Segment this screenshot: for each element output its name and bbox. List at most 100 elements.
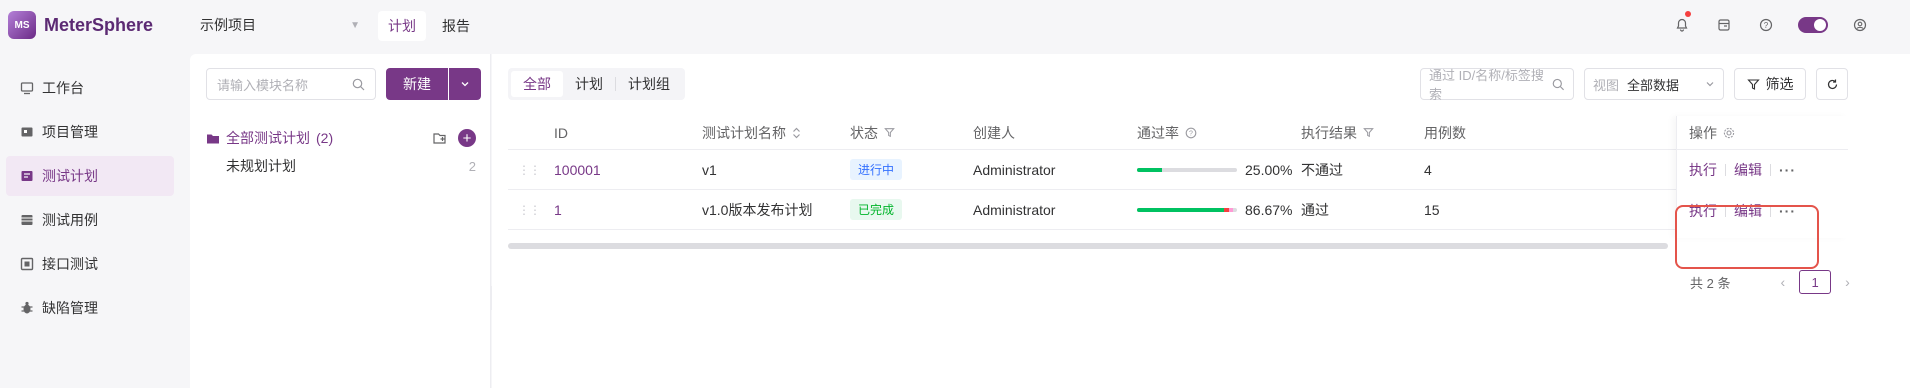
sidebar-item-label: 项目管理: [42, 124, 98, 140]
edit-link[interactable]: 编辑: [1734, 160, 1762, 180]
pass-rate-cell: 86.67%: [1137, 190, 1292, 229]
case-count: 15: [1424, 201, 1440, 218]
tab-report[interactable]: 报告: [432, 11, 480, 41]
svg-text:?: ?: [1764, 21, 1769, 30]
sidebar: 工作台 项目管理 测试计划 测试用例 接口测试 缺陷管理: [0, 50, 186, 388]
status-cell: 已完成: [850, 190, 903, 229]
view-label: 视图: [1593, 77, 1620, 93]
pagination: 共 2 条 ‹ 1 ›: [1690, 270, 1864, 294]
bug-icon: [21, 301, 33, 314]
app-name: MeterSphere: [44, 14, 154, 35]
status-badge: 进行中: [850, 159, 903, 180]
status-cell: 进行中: [850, 150, 903, 189]
toggle-knob: [1814, 19, 1826, 31]
segment-all[interactable]: 全部: [511, 71, 563, 97]
tree-node-unplanned[interactable]: 未规划计划 2: [206, 152, 476, 180]
module-search-input[interactable]: 请输入模块名称: [206, 68, 376, 100]
pass-rate-fill: [1137, 207, 1224, 212]
col-creator[interactable]: 创建人: [973, 116, 1015, 149]
filter-icon[interactable]: [1363, 127, 1374, 138]
segment-plan[interactable]: 计划: [563, 71, 615, 97]
gear-icon[interactable]: [1723, 127, 1735, 139]
test-case-icon: [21, 215, 33, 225]
notification-dot: [1685, 11, 1691, 17]
segment-plan-group[interactable]: 计划组: [616, 71, 682, 97]
plan-type-segment: 全部 计划 计划组: [508, 68, 685, 100]
col-result-label: 执行结果: [1301, 124, 1357, 141]
refresh-button[interactable]: [1816, 68, 1848, 100]
sidebar-item-test-plan[interactable]: 测试计划: [6, 156, 174, 196]
status-badge: 已完成: [850, 199, 903, 220]
execute-link[interactable]: 执行: [1689, 160, 1717, 180]
creator: Administrator: [973, 161, 1056, 178]
filter-label: 筛选: [1765, 76, 1794, 92]
col-name-label: 测试计划名称: [702, 124, 786, 141]
col-operations-label: 操作: [1689, 124, 1717, 141]
next-page-icon[interactable]: ›: [1845, 274, 1850, 290]
divider: [1725, 164, 1726, 176]
theme-toggle[interactable]: [1798, 17, 1828, 33]
drag-handle-icon[interactable]: ⋮⋮: [518, 190, 541, 229]
sidebar-item-test-case[interactable]: 测试用例: [6, 200, 174, 240]
col-name[interactable]: 测试计划名称: [702, 116, 801, 149]
sidebar-item-bug[interactable]: 缺陷管理: [6, 288, 174, 328]
pass-rate-value: 86.67%: [1245, 201, 1293, 218]
sort-icon[interactable]: [792, 127, 801, 139]
col-id[interactable]: ID: [554, 116, 568, 149]
workbench-icon: [20, 82, 34, 95]
tree-node-label: 全部测试计划: [226, 130, 310, 146]
new-button[interactable]: 新建: [386, 68, 448, 100]
chevron-down-icon: [461, 82, 469, 87]
info-icon[interactable]: ?: [1185, 127, 1197, 139]
bell-icon[interactable]: [1672, 11, 1692, 35]
project-select[interactable]: 示例项目 ▼: [200, 13, 360, 37]
add-folder-icon[interactable]: [433, 131, 448, 145]
col-status[interactable]: 状态: [850, 116, 895, 149]
task-center-icon[interactable]: [1714, 15, 1734, 35]
top-bar: MS MeterSphere 示例项目 ▼ 计划 报告 ?: [0, 0, 1910, 50]
sidebar-item-workbench[interactable]: 工作台: [6, 68, 174, 108]
tree-node-count: 2: [468, 158, 476, 174]
plan-search-input[interactable]: 通过 ID/名称/标签搜索: [1420, 68, 1574, 102]
new-dropdown-button[interactable]: [449, 68, 481, 100]
sidebar-item-label: 测试用例: [42, 212, 98, 228]
help-icon[interactable]: ?: [1756, 15, 1776, 35]
col-case-count[interactable]: 用例数: [1424, 116, 1466, 149]
project-icon: [21, 127, 33, 137]
more-actions-icon[interactable]: ···: [1779, 162, 1796, 178]
plan-id-link[interactable]: 1: [554, 190, 562, 229]
col-pass-rate[interactable]: 通过率 ?: [1137, 116, 1197, 149]
sidebar-item-api-test[interactable]: 接口测试: [6, 244, 174, 284]
chevron-down-icon: ▼: [350, 19, 360, 31]
add-module-icon[interactable]: +: [458, 129, 476, 147]
horizontal-scrollbar[interactable]: [508, 243, 1668, 249]
sidebar-item-project[interactable]: 项目管理: [6, 112, 174, 152]
plan-table: ID 测试计划名称 状态 创建人 通过率 ? 执行结果 用例数 ⋮⋮ 10000…: [508, 116, 1848, 238]
table-row[interactable]: ⋮⋮ 1 v1.0版本发布计划 已完成 Administrator 86.67%…: [508, 190, 1848, 230]
api-test-icon: [20, 257, 34, 271]
col-result[interactable]: 执行结果: [1301, 116, 1374, 149]
tree-node-all-plans[interactable]: 全部测试计划 (2) +: [206, 124, 476, 152]
table-row[interactable]: ⋮⋮ 100001 v1 进行中 Administrator 25.00% 不通…: [508, 150, 1848, 190]
col-status-label: 状态: [850, 124, 878, 141]
view-select[interactable]: 视图 全部数据: [1584, 68, 1724, 100]
filter-icon[interactable]: [884, 127, 895, 138]
app-logo[interactable]: MS MeterSphere: [8, 11, 153, 39]
prev-page-icon[interactable]: ‹: [1780, 274, 1785, 290]
filter-button[interactable]: 筛选: [1734, 68, 1806, 100]
sidebar-item-label: 测试计划: [42, 168, 98, 184]
search-icon: [352, 78, 365, 90]
tree-node-count: (2): [316, 130, 334, 146]
row-operations: 执行 编辑 ···: [1689, 150, 1796, 190]
plan-id-link[interactable]: 100001: [554, 150, 601, 189]
result: 不通过: [1301, 161, 1343, 178]
divider: [1770, 164, 1771, 176]
view-value: 全部数据: [1627, 77, 1680, 93]
tab-plan[interactable]: 计划: [378, 11, 426, 41]
page-number-current[interactable]: 1: [1799, 270, 1832, 294]
drag-handle-icon[interactable]: ⋮⋮: [518, 150, 541, 189]
top-tabs: 计划 报告: [378, 11, 486, 41]
user-settings-icon[interactable]: [1850, 15, 1870, 35]
table-header: ID 测试计划名称 状态 创建人 通过率 ? 执行结果 用例数: [508, 116, 1848, 150]
tree-node-label: 未规划计划: [226, 158, 296, 174]
